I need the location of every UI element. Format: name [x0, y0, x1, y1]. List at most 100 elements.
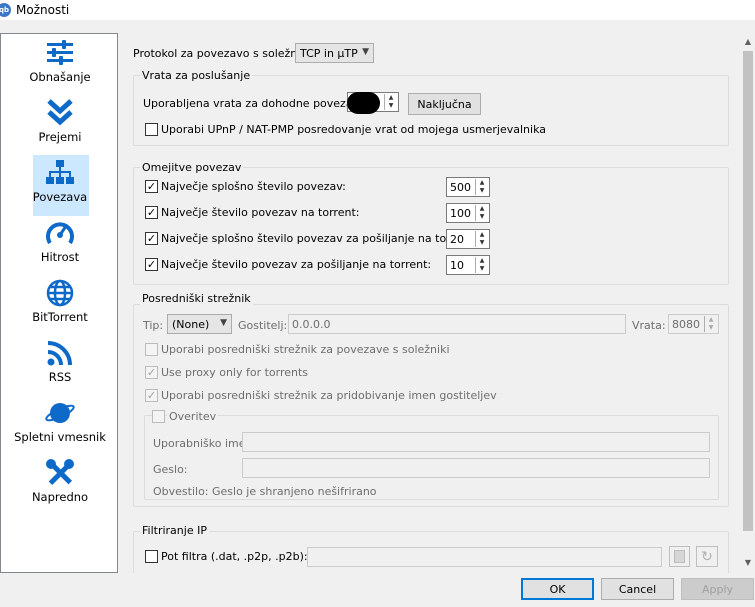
- password-notice: Obvestilo: Geslo je shranjeno nešifriran…: [153, 485, 377, 498]
- sidebar-item-label: BitTorrent: [32, 310, 88, 324]
- protocol-value: TCP in µTP: [300, 46, 358, 60]
- sidebar-item-connection[interactable]: Povezava: [2, 155, 118, 216]
- network-icon: [46, 160, 74, 184]
- port-label: Uporabljena vrata za dohodne povezave:: [143, 97, 370, 110]
- spin-value: 8080: [672, 317, 700, 331]
- sidebar-item-label: Napredno: [31, 490, 89, 504]
- scroll-down-icon[interactable]: ▼: [741, 556, 755, 570]
- max-connections-spinbox[interactable]: 500 ▲ ▼: [446, 177, 490, 197]
- spin-value: 500: [450, 180, 471, 194]
- tools-icon: [46, 459, 74, 486]
- sliders-icon: [47, 40, 73, 65]
- sidebar-item-label: Povezava: [32, 190, 88, 204]
- proxy-torrents-only-checkbox[interactable]: ✓: [145, 366, 158, 379]
- spin-buttons[interactable]: ▲ ▼: [704, 316, 717, 332]
- group-title: Overitev: [167, 410, 219, 423]
- group-title: Omejitve povezav: [140, 161, 244, 174]
- vertical-scrollbar[interactable]: ▲ ▼: [741, 33, 755, 573]
- username-input[interactable]: [242, 432, 710, 452]
- spin-value: 100: [450, 206, 471, 220]
- max-connections-per-torrent-spinbox[interactable]: 100 ▲ ▼: [446, 203, 490, 223]
- spin-buttons[interactable]: ▲ ▼: [384, 94, 397, 110]
- password-label: Geslo:: [153, 463, 188, 476]
- window-title: Možnosti: [16, 3, 70, 17]
- options-sidebar: Obnašanje Prejemi Povezava Hitrost BitTo…: [0, 33, 118, 573]
- spin-value: 10: [450, 258, 464, 272]
- limit-label: Največje število povezav za pošiljanje n…: [161, 258, 432, 271]
- auth-checkbox[interactable]: [152, 410, 165, 423]
- proxy-option-label: Use proxy only for torrents: [161, 366, 309, 379]
- sidebar-item-webui[interactable]: Spletni vmesnik: [2, 396, 118, 456]
- limit-label: Največje število povezav na torrent:: [161, 206, 360, 219]
- ip-filter-checkbox[interactable]: [145, 550, 158, 563]
- sidebar-item-downloads[interactable]: Prejemi: [2, 96, 118, 156]
- sidebar-item-label: RSS: [48, 370, 72, 384]
- cancel-button[interactable]: Cancel: [601, 578, 674, 600]
- reload-filter-button[interactable]: ↻: [696, 546, 718, 567]
- username-label: Uporabniško ime:: [153, 437, 250, 450]
- listening-port-spinbox[interactable]: ▲ ▼: [347, 92, 399, 114]
- connection-settings-panel: Protokol za povezavo s soležniki: TCP in…: [125, 33, 741, 573]
- speedometer-icon: [46, 222, 74, 245]
- spin-buttons[interactable]: ▲ ▼: [475, 205, 488, 221]
- ok-button[interactable]: OK: [521, 578, 594, 600]
- title-bar: qb Možnosti: [0, 0, 755, 20]
- ip-filter-path-input[interactable]: [307, 547, 662, 567]
- sidebar-item-label: Prejemi: [38, 130, 82, 144]
- proxy-type-select[interactable]: (None) ▼: [167, 314, 232, 334]
- sidebar-item-label: Obnašanje: [29, 70, 91, 84]
- sidebar-item-behavior[interactable]: Obnašanje: [2, 36, 118, 96]
- rss-icon: [47, 341, 72, 366]
- upnp-checkbox[interactable]: [145, 123, 158, 136]
- folder-icon: [674, 550, 685, 563]
- group-title: Posredniški strežnik: [140, 292, 253, 305]
- dialog-button-bar: OK Cancel Apply: [0, 573, 755, 607]
- random-port-button[interactable]: Naključna: [408, 93, 481, 115]
- spin-buttons[interactable]: ▲ ▼: [475, 179, 488, 195]
- password-input[interactable]: [242, 458, 710, 478]
- sidebar-item-label: Spletni vmesnik: [14, 430, 106, 444]
- chevron-down-icon: ▼: [220, 318, 227, 328]
- proxy-option-label: Uporabi posredniški strežnik za pridobiv…: [161, 389, 497, 402]
- protocol-select[interactable]: TCP in µTP ▼: [295, 43, 374, 63]
- spin-value: 20: [450, 232, 464, 246]
- limit-label: Največje splošno število povezav:: [161, 180, 346, 193]
- scroll-up-icon[interactable]: ▲: [741, 35, 755, 49]
- chevron-down-icon: ▼: [362, 47, 369, 57]
- spin-buttons[interactable]: ▲ ▼: [475, 231, 488, 247]
- max-uploads-per-torrent-spinbox[interactable]: 10 ▲ ▼: [446, 255, 490, 275]
- sidebar-item-rss[interactable]: RSS: [2, 336, 118, 396]
- proxy-hostname-checkbox[interactable]: ✓: [145, 389, 158, 402]
- proxy-type-label: Tip:: [143, 319, 164, 332]
- proxy-host-value: 0.0.0.0: [292, 317, 331, 331]
- upnp-label: Uporabi UPnP / NAT-PMP posredovanje vrat…: [161, 123, 546, 136]
- proxy-host-label: Gostitelj:: [238, 319, 288, 332]
- scrollbar-thumb[interactable]: [743, 51, 753, 531]
- proxy-peers-checkbox[interactable]: [145, 343, 158, 356]
- sidebar-item-speed[interactable]: Hitrost: [2, 216, 118, 276]
- sidebar-item-bittorrent[interactable]: BitTorrent: [2, 276, 118, 336]
- redacted-value: [347, 92, 380, 114]
- proxy-port-spinbox[interactable]: 8080 ▲ ▼: [668, 314, 719, 334]
- spin-buttons[interactable]: ▲ ▼: [475, 257, 488, 273]
- sidebar-item-advanced[interactable]: Napredno: [2, 456, 118, 516]
- limit-label: Največje splošno število povezav za poši…: [161, 232, 477, 245]
- max-connections-per-torrent-checkbox[interactable]: ✓: [145, 206, 158, 219]
- refresh-icon: ↻: [701, 548, 713, 565]
- app-icon: qb: [0, 3, 11, 17]
- max-uploads-checkbox[interactable]: ✓: [145, 232, 158, 245]
- ip-filter-label: Pot filtra (.dat, .p2p, .p2b):: [161, 550, 308, 563]
- browse-button[interactable]: [669, 546, 690, 567]
- proxy-type-value: (None): [172, 317, 210, 331]
- globe-icon: [46, 279, 74, 307]
- proxy-port-label: Vrata:: [632, 319, 666, 332]
- apply-button[interactable]: Apply: [681, 578, 754, 600]
- planet-icon: [45, 403, 75, 423]
- sidebar-item-label: Hitrost: [40, 250, 80, 264]
- download-chevrons-icon: [47, 99, 73, 126]
- group-title: Vrata za poslušanje: [140, 69, 253, 82]
- proxy-host-input[interactable]: 0.0.0.0: [288, 314, 626, 334]
- max-uploads-spinbox[interactable]: 20 ▲ ▼: [446, 229, 490, 249]
- max-uploads-per-torrent-checkbox[interactable]: ✓: [145, 258, 158, 271]
- max-connections-checkbox[interactable]: ✓: [145, 180, 158, 193]
